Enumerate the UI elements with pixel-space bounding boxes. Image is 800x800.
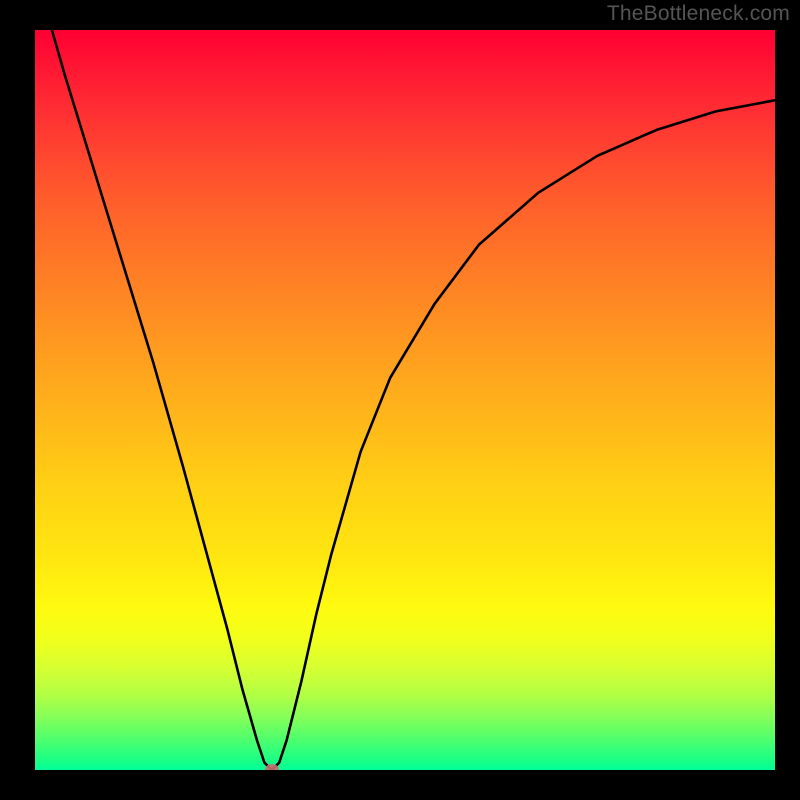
bottleneck-curve: [35, 30, 775, 770]
watermark-label: TheBottleneck.com: [607, 2, 790, 26]
plot-area: [35, 30, 775, 770]
chart-outer-frame: TheBottleneck.com: [0, 0, 800, 800]
minimum-marker-icon: [265, 764, 279, 770]
curve-path: [35, 30, 775, 770]
